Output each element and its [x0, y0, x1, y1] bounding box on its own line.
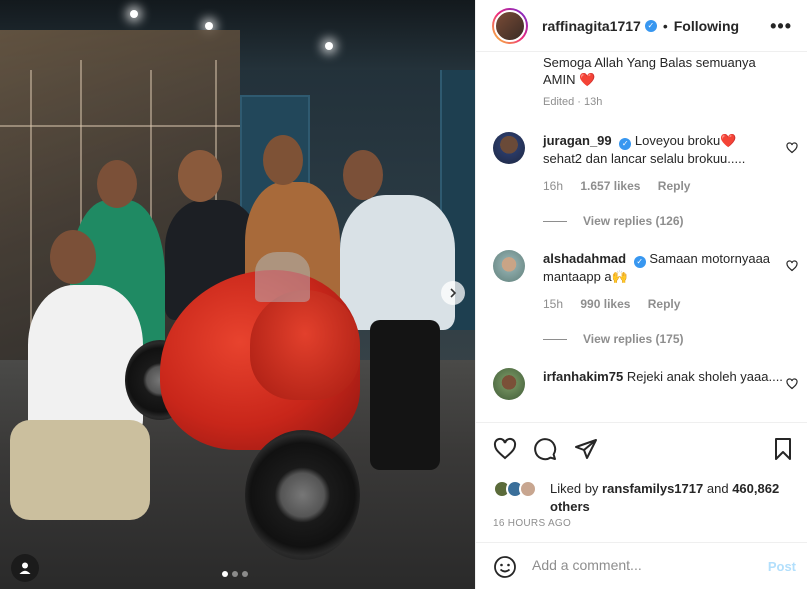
raised-hands-emoji: 🙌 — [611, 269, 628, 284]
comment-input[interactable] — [532, 557, 752, 573]
comment-body: alshadahmad ✓ Samaan motornyaaa mantaapp… — [543, 250, 783, 286]
post-header: raffinagita1717 ✓ • Following ••• — [476, 0, 807, 52]
bookmark-icon — [775, 438, 791, 460]
person — [10, 420, 150, 520]
post-comment-button[interactable]: Post — [768, 559, 796, 574]
person-head — [343, 150, 383, 200]
share-button[interactable] — [574, 437, 600, 463]
heart-icon[interactable] — [786, 142, 798, 157]
heart-icon[interactable] — [786, 260, 798, 275]
view-replies-button[interactable]: View replies (126) — [543, 214, 684, 228]
comment-body: irfanhakim75 Rejeki anak sholeh yaaa.... — [543, 368, 783, 386]
comment-button[interactable] — [533, 437, 559, 463]
tagged-people-button[interactable] — [11, 554, 39, 582]
person-head — [263, 135, 303, 185]
comment-meta: 15h 990 likes Reply — [543, 297, 694, 311]
likes-text: Liked by ransfamilys1717 and 460,862 oth… — [550, 480, 800, 516]
verified-icon: ✓ — [619, 138, 632, 150]
bike-fairing — [250, 290, 360, 400]
carousel-dot[interactable] — [222, 571, 228, 577]
save-button[interactable] — [771, 437, 797, 463]
carousel-dots — [222, 571, 248, 577]
others-label[interactable]: others — [550, 499, 590, 514]
comment-body: juragan_99 ✓ Loveyou broku❤️ sehat2 dan … — [543, 132, 783, 168]
avatar[interactable] — [493, 132, 525, 164]
post-side-panel: raffinagita1717 ✓ • Following ••• Semoga… — [475, 0, 807, 589]
heart-emoji: ❤️ — [720, 133, 737, 148]
person-head — [178, 150, 222, 202]
bike-windscreen — [255, 252, 310, 302]
more-options-icon[interactable]: ••• — [770, 16, 792, 37]
avatar[interactable] — [492, 7, 528, 44]
comment-text: Rejeki anak sholeh yaaa.... — [626, 369, 783, 384]
comment-time: 15h — [543, 297, 564, 311]
liked-by-label: Liked by — [550, 481, 599, 496]
heart-icon — [493, 437, 517, 460]
comment-likes[interactable]: 1.657 likes — [580, 179, 640, 193]
add-comment-bar: Post — [476, 542, 807, 589]
person — [340, 195, 455, 330]
person-icon — [19, 562, 31, 574]
heart-emoji: ❤️ — [579, 72, 596, 87]
reply-button[interactable]: Reply — [648, 297, 681, 311]
verified-icon: ✓ — [644, 19, 657, 32]
carousel-dot[interactable] — [242, 571, 248, 577]
and-label: and — [706, 481, 729, 496]
chevron-right-icon — [450, 288, 457, 298]
verified-icon: ✓ — [633, 256, 646, 268]
person — [28, 285, 143, 435]
comment-text: sehat2 dan lancar selalu brokuu..... — [543, 151, 746, 166]
caption-body: Semoga Allah Yang Balas semuanya AMIN — [543, 55, 756, 87]
like-button[interactable] — [493, 437, 519, 463]
caption-edited: Edited · 13h — [543, 96, 603, 108]
following-button[interactable]: Following — [674, 18, 739, 34]
carousel-next-button[interactable] — [441, 281, 465, 305]
post-actions: Liked by ransfamilys1717 and 460,862 oth… — [476, 422, 807, 542]
comment-likes[interactable]: 990 likes — [580, 297, 630, 311]
emoji-button[interactable] — [493, 555, 517, 579]
comment-username[interactable]: irfanhakim75 — [543, 369, 623, 384]
heart-icon[interactable] — [786, 378, 798, 393]
reply-button[interactable]: Reply — [658, 179, 691, 193]
liker-username[interactable]: ransfamilys1717 — [602, 481, 703, 496]
post-timestamp[interactable]: 16 HOURS AGO — [493, 518, 571, 529]
comment-username[interactable]: alshadahmad — [543, 251, 626, 266]
post-photo[interactable] — [0, 0, 475, 589]
person — [370, 320, 440, 470]
carousel-dot[interactable] — [232, 571, 238, 577]
send-icon — [575, 439, 597, 459]
comment-icon — [534, 438, 557, 461]
username-link[interactable]: raffinagita1717 — [542, 18, 641, 34]
instagram-post-view: raffinagita1717 ✓ • Following ••• Semoga… — [0, 0, 807, 589]
separator: • — [662, 17, 668, 34]
comment-username[interactable]: juragan_99 — [543, 133, 612, 148]
smiley-icon — [494, 556, 516, 578]
avatar[interactable] — [493, 368, 525, 400]
view-replies-button[interactable]: View replies (175) — [543, 332, 684, 346]
comment-text: Loveyou broku — [634, 133, 721, 148]
comment-meta: 16h 1.657 likes Reply — [543, 179, 704, 193]
person-head — [97, 160, 137, 208]
avatar[interactable] — [493, 250, 525, 282]
caption-text: Semoga Allah Yang Balas semuanya AMIN ❤️ — [543, 54, 783, 88]
person-head — [50, 230, 96, 284]
bike-front-wheel — [245, 430, 360, 560]
likes-count[interactable]: 460,862 — [732, 481, 779, 496]
comments-list[interactable]: Semoga Allah Yang Balas semuanya AMIN ❤️… — [476, 52, 807, 422]
comment-time: 16h — [543, 179, 564, 193]
liker-avatars[interactable] — [493, 480, 543, 500]
